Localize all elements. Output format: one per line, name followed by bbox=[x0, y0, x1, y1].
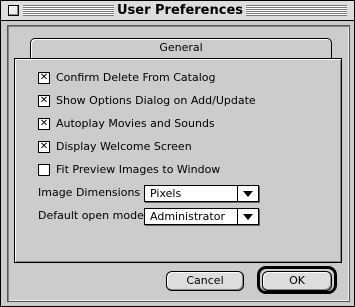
option-label: Display Welcome Screen bbox=[56, 140, 192, 153]
option-label: Confirm Delete From Catalog bbox=[56, 71, 216, 84]
option-label: Fit Preview Images to Window bbox=[56, 163, 221, 176]
checkbox-autoplay[interactable]: ✕ bbox=[38, 118, 50, 130]
cancel-button[interactable]: Cancel bbox=[166, 271, 244, 291]
title-bar[interactable]: User Preferences bbox=[1, 1, 354, 21]
option-label: Autoplay Movies and Sounds bbox=[56, 117, 215, 130]
checkbox-show-options-dialog[interactable]: ✕ bbox=[38, 95, 50, 107]
checkbox-welcome-screen[interactable]: ✕ bbox=[38, 141, 50, 153]
image-dimensions-value: Pixels bbox=[150, 187, 182, 200]
chevron-down-icon bbox=[237, 186, 258, 201]
image-dimensions-select[interactable]: Pixels bbox=[144, 185, 259, 202]
title-bar-stripes-right bbox=[246, 5, 347, 16]
window-title: User Preferences bbox=[114, 1, 246, 20]
close-box[interactable] bbox=[8, 5, 19, 16]
ok-button[interactable]: OK bbox=[262, 271, 332, 291]
dialog-content: General ✕ Confirm Delete From Catalog ✕ … bbox=[7, 25, 350, 302]
preferences-window: User Preferences General ✕ Confirm Delet… bbox=[0, 0, 355, 307]
default-open-mode-select[interactable]: Administrator bbox=[144, 208, 259, 225]
tab-general-label: General bbox=[159, 41, 203, 54]
title-bar-stripes-left bbox=[23, 5, 114, 16]
tab-general[interactable]: General bbox=[30, 38, 332, 59]
tab-panel-general: ✕ Confirm Delete From Catalog ✕ Show Opt… bbox=[14, 58, 342, 263]
default-open-mode-label: Default open mode : bbox=[38, 209, 152, 222]
checkbox-fit-preview[interactable] bbox=[38, 164, 50, 176]
default-open-mode-value: Administrator bbox=[150, 210, 225, 223]
image-dimensions-label: Image Dimensions : bbox=[38, 186, 148, 199]
chevron-down-icon bbox=[237, 209, 258, 224]
option-label: Show Options Dialog on Add/Update bbox=[56, 94, 256, 107]
checkbox-confirm-delete[interactable]: ✕ bbox=[38, 72, 50, 84]
